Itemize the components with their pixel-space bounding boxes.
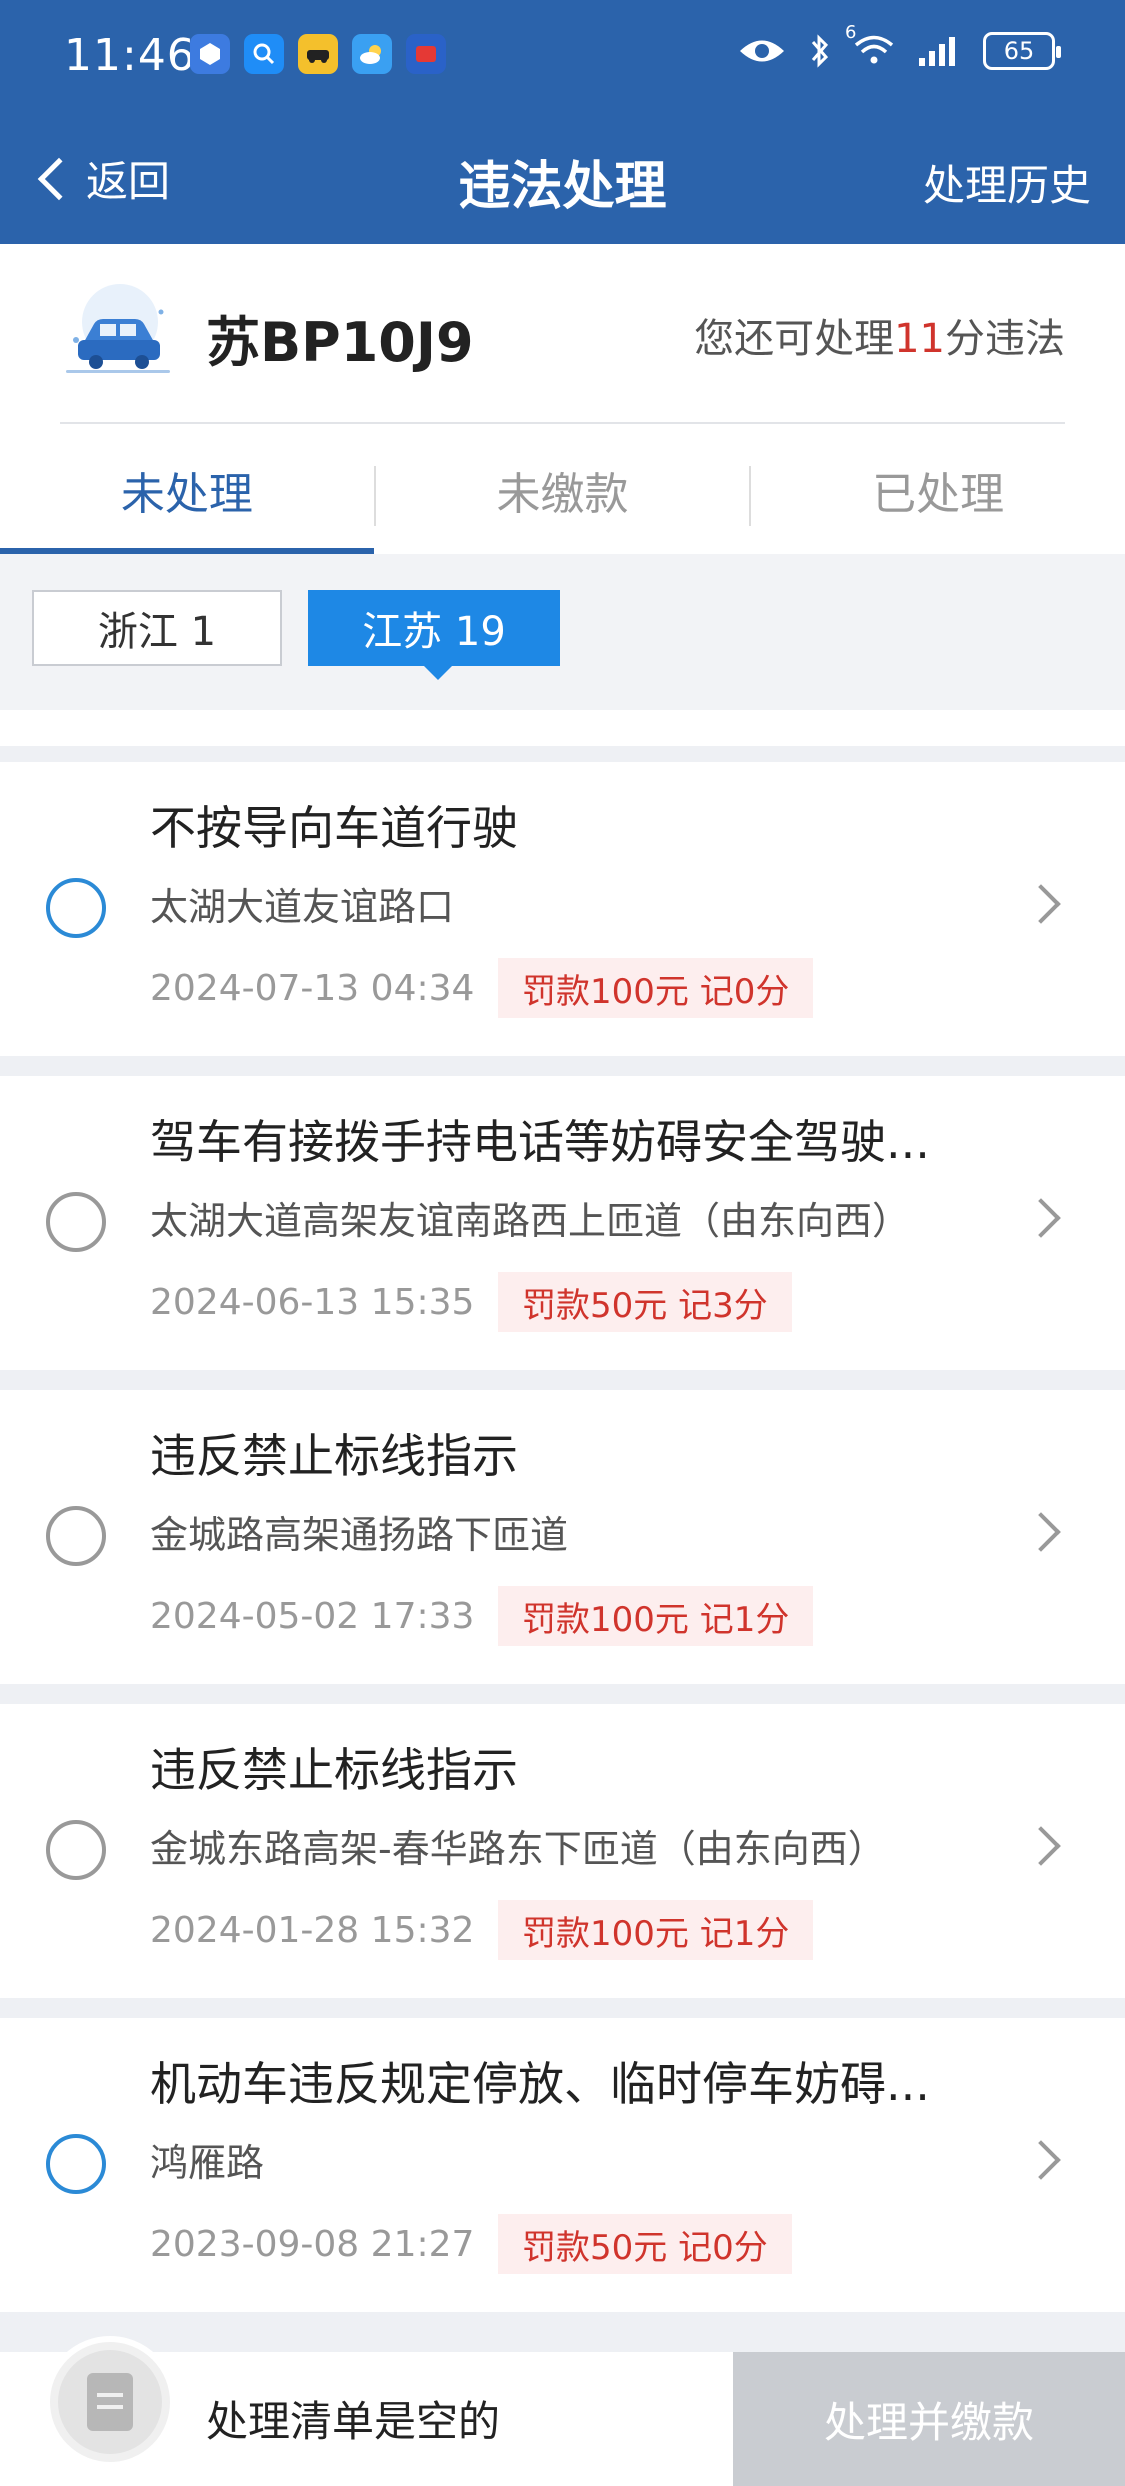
chevron-right-icon xyxy=(1021,884,1061,924)
divider xyxy=(60,422,1065,424)
tab-processed[interactable]: 已处理 xyxy=(751,444,1125,554)
fine-badge: 罚款50元 记0分 xyxy=(498,2214,792,2274)
violation-title: 违反禁止标线指示 xyxy=(150,1743,518,1797)
history-button[interactable]: 处理历史 xyxy=(923,152,1091,213)
status-time: 11:46 xyxy=(64,30,196,81)
select-radio[interactable] xyxy=(46,2134,106,2194)
select-radio[interactable] xyxy=(46,1192,106,1252)
car-icon xyxy=(66,284,170,373)
chevron-right-icon xyxy=(1021,1198,1061,1238)
violation-title: 机动车违反规定停放、临时停车妨碍... xyxy=(150,2057,930,2111)
remaining-points-value: 11 xyxy=(894,316,945,362)
violation-date: 2024-05-02 17:33 xyxy=(150,1596,475,1637)
violation-title: 驾车有接拨手持电话等妨碍安全驾驶... xyxy=(150,1115,930,1169)
remaining-points: 您还可处理11分违法 xyxy=(694,306,1065,364)
fine-badge: 罚款50元 记3分 xyxy=(498,1272,792,1332)
violation-item[interactable]: 驾车有接拨手持电话等妨碍安全驾驶... 太湖大道高架友谊南路西上匝道（由东向西）… xyxy=(0,1076,1125,1370)
app-notification-icon xyxy=(190,34,230,74)
chevron-right-icon xyxy=(1021,2140,1061,2180)
violation-date: 2024-07-13 04:34 xyxy=(150,968,475,1009)
vehicle-panel: 苏BP10J9 您还可处理11分违法 未处理 未缴款 已处理 xyxy=(0,244,1125,554)
remaining-prefix: 您还可处理 xyxy=(694,316,895,362)
bottom-action-bar: 处理清单是空的 处理并缴款 xyxy=(0,2336,1125,2486)
fine-badge: 罚款100元 记0分 xyxy=(498,958,814,1018)
select-radio[interactable] xyxy=(46,1820,106,1880)
violation-location: 太湖大道高架友谊南路西上匝道（由东向西） xyxy=(150,1199,911,1243)
violation-item[interactable]: 机动车违反规定停放、临时停车妨碍... 鸿雁路 2023-09-08 21:27… xyxy=(0,2018,1125,2312)
tab-unpaid[interactable]: 未缴款 xyxy=(376,444,750,554)
wifi-icon: 6 xyxy=(845,22,895,70)
status-bar: 11:46 6 65 xyxy=(0,0,1125,112)
chevron-right-icon xyxy=(1021,1512,1061,1552)
fine-badge: 罚款100元 记1分 xyxy=(498,1900,814,1960)
violation-location: 金城东路高架-春华路东下匝道（由东向西） xyxy=(150,1827,886,1871)
remaining-suffix: 分违法 xyxy=(945,316,1065,362)
notification-icons xyxy=(190,34,446,74)
process-and-pay-button[interactable]: 处理并缴款 xyxy=(733,2352,1125,2486)
system-icons: 6 65 xyxy=(737,22,1061,70)
violation-date: 2024-01-28 15:32 xyxy=(150,1910,475,1951)
violation-title: 违反禁止标线指示 xyxy=(150,1429,518,1483)
signal-icon xyxy=(919,37,955,66)
violation-date: 2023-09-08 21:27 xyxy=(150,2224,475,2265)
autohome-app-icon xyxy=(406,34,446,74)
violation-date: 2024-06-13 15:35 xyxy=(150,1282,475,1323)
violation-item[interactable]: 违反禁止标线指示 金城路高架通扬路下匝道 2024-05-02 17:33 罚款… xyxy=(0,1390,1125,1684)
chevron-right-icon xyxy=(1021,1826,1061,1866)
province-filter: 浙江 1 江苏 19 xyxy=(0,554,1125,710)
plate-number: 苏BP10J9 xyxy=(206,311,474,374)
battery-level: 65 xyxy=(1003,37,1035,65)
process-list-button[interactable] xyxy=(44,2336,176,2468)
search-app-icon xyxy=(244,34,284,74)
province-zhejiang[interactable]: 浙江 1 xyxy=(32,590,282,666)
car-app-icon xyxy=(298,34,338,74)
empty-list-text: 处理清单是空的 xyxy=(206,2397,501,2446)
document-icon xyxy=(87,2373,133,2431)
network-type: 6 xyxy=(845,22,857,43)
tab-unprocessed[interactable]: 未处理 xyxy=(0,444,374,554)
app-header: 11:46 6 65 返回 违法处理 处理历史 xyxy=(0,0,1125,244)
nav-bar: 返回 违法处理 处理历史 xyxy=(0,120,1125,232)
weather-app-icon xyxy=(352,34,392,74)
status-tabs: 未处理 未缴款 已处理 xyxy=(0,444,1125,554)
violation-title: 不按导向车道行驶 xyxy=(150,801,518,855)
select-radio[interactable] xyxy=(46,1506,106,1566)
list-top-spacer xyxy=(0,710,1125,746)
battery-indicator: 65 xyxy=(983,32,1061,70)
violation-location: 太湖大道友谊路口 xyxy=(150,885,455,929)
province-jiangsu[interactable]: 江苏 19 xyxy=(308,590,560,680)
violation-item[interactable]: 违反禁止标线指示 金城东路高架-春华路东下匝道（由东向西） 2024-01-28… xyxy=(0,1704,1125,1998)
select-radio[interactable] xyxy=(46,878,106,938)
violation-location: 鸿雁路 xyxy=(150,2141,265,2185)
process-list-icon-bg xyxy=(58,2350,162,2454)
violation-item[interactable]: 不按导向车道行驶 太湖大道友谊路口 2024-07-13 04:34 罚款100… xyxy=(0,762,1125,1056)
eye-icon xyxy=(740,40,784,62)
bluetooth-icon xyxy=(811,34,829,68)
violation-location: 金城路高架通扬路下匝道 xyxy=(150,1513,569,1557)
violation-list: 不按导向车道行驶 太湖大道友谊路口 2024-07-13 04:34 罚款100… xyxy=(0,762,1125,2332)
fine-badge: 罚款100元 记1分 xyxy=(498,1586,814,1646)
